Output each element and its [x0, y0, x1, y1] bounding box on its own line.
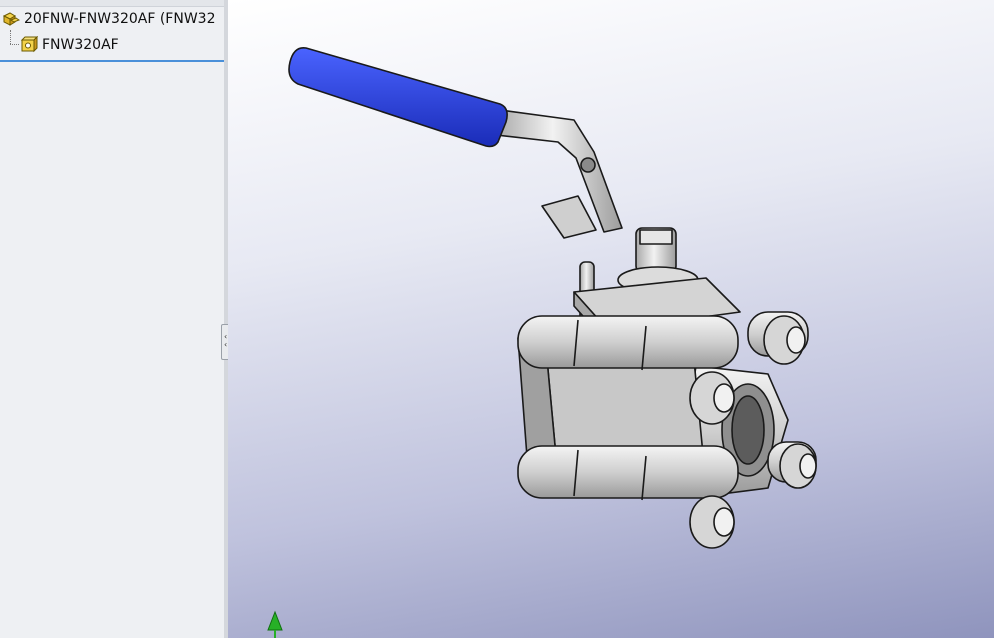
tree-node-part[interactable]: FNW320AF	[20, 35, 220, 55]
part-icon	[20, 36, 38, 53]
handle-bracket	[541, 195, 597, 239]
tree-top-strip	[0, 0, 224, 7]
ball-valve-model[interactable]	[228, 0, 994, 638]
view-triad-icon	[267, 610, 283, 638]
feature-manager-tree: 20FNW-FNW320AF (FNW32 FNW320AF	[0, 0, 225, 638]
bolt	[517, 315, 739, 369]
part-label: FNW320AF	[42, 37, 119, 53]
tree-connector	[10, 30, 11, 44]
bolt	[517, 445, 739, 499]
handle-grip	[288, 46, 508, 148]
graphics-viewport[interactable]	[228, 0, 994, 638]
assembly-icon	[2, 12, 20, 26]
chevron-left-icon: ‹	[224, 340, 228, 349]
assembly-label: 20FNW-FNW320AF (FNW32	[24, 11, 216, 27]
tree-separator	[0, 60, 224, 62]
tree-node-assembly[interactable]: 20FNW-FNW320AF (FNW32	[2, 9, 224, 29]
tree-connector	[10, 44, 19, 45]
